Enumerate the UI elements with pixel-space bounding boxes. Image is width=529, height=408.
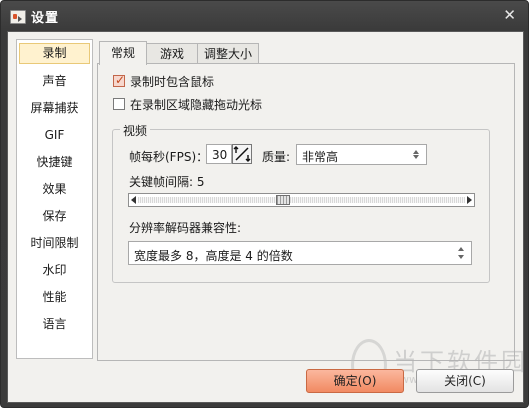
sidebar-item-screen-capture[interactable]: 屏幕捕获 — [19, 95, 90, 122]
spin-arrows-icon[interactable] — [451, 242, 471, 264]
fps-value: 30 — [212, 148, 228, 162]
spin-arrows-icon[interactable] — [406, 145, 426, 164]
slider-right-arrow-icon[interactable] — [467, 196, 472, 204]
fps-input[interactable]: 30 — [206, 144, 232, 164]
title-bar[interactable]: 设置 ✕ — [1, 1, 528, 31]
include-cursor-label: 录制时包含鼠标 — [130, 75, 215, 89]
recorder-app-icon — [10, 10, 26, 24]
sidebar-item-language[interactable]: 语言 — [19, 311, 90, 338]
sidebar-item-watermark[interactable]: 水印 — [19, 257, 90, 284]
include-cursor-checkbox[interactable]: ✓ — [113, 73, 126, 87]
sidebar-item-effects[interactable]: 效果 — [19, 176, 90, 203]
window-title: 设置 — [31, 11, 60, 26]
checkmark-icon: ✓ — [115, 73, 126, 87]
settings-window: 设置 ✕ 录制 声音 屏幕捕获 GIF 快捷键 效果 保存 时间限制 水印 性能… — [0, 0, 529, 408]
sidebar-item-audio[interactable]: 声音 — [19, 68, 90, 95]
sidebar-item-hotkeys[interactable]: 快捷键 — [19, 149, 90, 176]
tab-game[interactable]: 游戏 — [146, 43, 198, 64]
keyframe-interval-label: 关键帧间隔: 5 — [129, 175, 205, 189]
slider-track[interactable] — [138, 197, 465, 203]
category-sidebar: 录制 声音 屏幕捕获 GIF 快捷键 效果 保存 时间限制 水印 性能 语言 — [16, 39, 93, 359]
quality-select[interactable]: 非常高 — [296, 144, 427, 165]
video-group-legend: 视频 — [120, 122, 151, 139]
sidebar-item-time-limit[interactable]: 时间限制 — [19, 230, 90, 257]
sidebar-item-performance[interactable]: 性能 — [19, 284, 90, 311]
hide-cursor-label: 在录制区域隐藏拖动光标 — [130, 98, 263, 112]
quality-label: 质量: — [262, 150, 291, 164]
sidebar-item-gif[interactable]: GIF — [19, 122, 90, 149]
slider-left-arrow-icon[interactable] — [131, 196, 136, 204]
sidebar-item-record[interactable]: 录制 — [19, 43, 90, 64]
close-button[interactable]: 关闭(C) — [416, 369, 514, 393]
quality-value: 非常高 — [302, 150, 339, 164]
fps-label: 帧每秒(FPS)： — [129, 150, 209, 164]
tab-resize[interactable]: 调整大小 — [197, 43, 259, 64]
fps-toggle-icon[interactable] — [232, 144, 252, 164]
codec-compat-select[interactable]: 宽度最多 8，高度是 4 的倍数 — [128, 241, 472, 265]
hide-cursor-checkbox[interactable] — [113, 98, 125, 110]
ok-button[interactable]: 确定(O) — [306, 369, 404, 393]
slider-thumb[interactable] — [275, 195, 290, 205]
tab-general[interactable]: 常规 — [99, 41, 147, 65]
close-icon[interactable]: ✕ — [503, 7, 516, 23]
sidebar-item-save[interactable]: 保存 — [19, 203, 90, 230]
keyframe-interval-slider[interactable] — [128, 193, 475, 207]
codec-compat-label: 分辨率解码器兼容性: — [129, 221, 242, 235]
codec-compat-value: 宽度最多 8，高度是 4 的倍数 — [134, 249, 293, 263]
